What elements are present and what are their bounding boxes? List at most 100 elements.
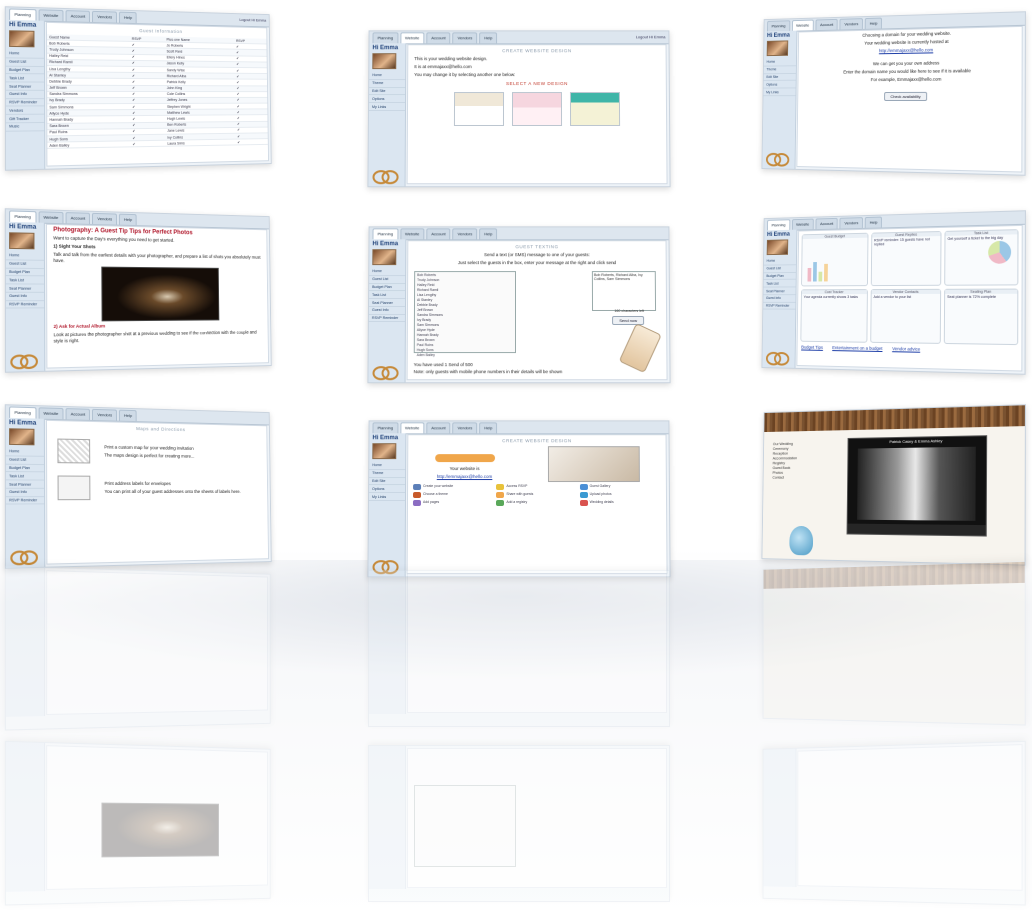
footer-link[interactable]: Budget Tips (801, 345, 823, 350)
guest-select-list[interactable]: Bob Roberts Trudy Johnson Hailey Reid Richa… (413, 271, 517, 357)
sidebar-item[interactable]: Seat Planner (5, 480, 45, 489)
tab-account[interactable]: Account (426, 228, 451, 240)
sidebar-item[interactable]: Seat Planner (5, 284, 45, 293)
tab-vendors[interactable]: Vendors (839, 18, 864, 30)
sidebar-item[interactable]: Guest List (369, 275, 406, 284)
sidebar-item[interactable]: Guest Info (5, 90, 45, 99)
dashboard-card[interactable]: Vendor Contacts Add a vendor to your lis… (870, 288, 942, 344)
sidebar-item[interactable]: Edit Site (369, 477, 406, 486)
sidebar-item[interactable]: Budget Plan (5, 268, 45, 277)
tab-help[interactable]: Help (119, 11, 138, 24)
sidebar-item[interactable]: RSVP Reminder (763, 302, 796, 311)
sidebar-item[interactable]: My Links (368, 103, 406, 111)
feature-item[interactable]: Create your website (413, 484, 494, 491)
footer-link[interactable]: Entertainment on a budget (832, 345, 882, 351)
sidebar-item[interactable]: My Links (368, 493, 406, 501)
sidebar-item[interactable]: Task List (5, 472, 45, 481)
tab-help[interactable]: Help (479, 228, 498, 240)
sidebar-item[interactable]: Seat Planner (5, 82, 45, 91)
sidebar-item[interactable]: Task List (5, 74, 45, 83)
map-option[interactable]: Print a custom map for your wedding invi… (47, 432, 267, 471)
dashboard-card[interactable]: Cost Tracker Your agenda currently shows… (800, 289, 868, 343)
sidebar-item[interactable]: RSVP Reminder (5, 300, 45, 310)
design-option-thumbnail[interactable] (511, 92, 563, 126)
sidebar-item[interactable]: Edit Site (369, 87, 406, 96)
sidebar-item[interactable]: Task List (763, 280, 796, 288)
dashboard-card[interactable]: Guest Budget (801, 232, 869, 287)
feature-item[interactable]: Share with guests (496, 492, 577, 499)
footer-link[interactable]: Vendor advice (892, 346, 920, 352)
sidebar-item[interactable]: Theme (369, 79, 406, 88)
tab-vendors[interactable]: Vendors (839, 217, 864, 229)
feature-item[interactable]: Wedding details (579, 499, 661, 506)
tab-vendors[interactable]: Vendors (92, 408, 118, 421)
tab-vendors[interactable]: Vendors (452, 422, 478, 434)
tab-planning[interactable]: Planning (9, 406, 37, 419)
tab-planning[interactable]: Planning (372, 422, 399, 434)
sidebar-item[interactable]: Guest Info (5, 292, 45, 301)
tab-website[interactable]: Website (399, 422, 425, 434)
tab-account[interactable]: Account (426, 32, 451, 44)
tab-website[interactable]: Website (791, 19, 814, 31)
sidebar-item[interactable]: Guest Info (763, 295, 796, 303)
tab-account[interactable]: Account (815, 217, 839, 230)
tab-vendors[interactable]: Vendors (452, 228, 478, 240)
tab-planning[interactable]: Planning (9, 210, 37, 223)
feature-item[interactable]: Choose a theme (413, 492, 494, 499)
dashboard-card[interactable]: Task List Get yourself a ticket to the b… (944, 229, 1019, 286)
tab-help[interactable]: Help (864, 216, 883, 228)
sidebar-item[interactable]: RSVP Reminder (5, 98, 45, 108)
tab-planning[interactable]: Planning (372, 32, 399, 44)
dashboard-card[interactable]: Guest Replies RSVP reminder: 15 guests h… (870, 230, 942, 287)
feature-item[interactable]: Add a registry (496, 499, 577, 506)
sidebar-item[interactable]: Theme (369, 469, 406, 478)
tab-planning[interactable]: Planning (767, 20, 790, 32)
sms-message-input[interactable]: Bob Roberts, Richard Alba, Ivy Collins, … (591, 271, 657, 311)
tab-help[interactable]: Help (864, 17, 883, 29)
sidebar-item[interactable]: Music (5, 123, 45, 132)
tab-account[interactable]: Account (426, 422, 451, 434)
tab-help[interactable]: Help (479, 32, 498, 44)
video-controls[interactable] (847, 523, 986, 536)
guest-option[interactable]: Aden Bailey (415, 352, 515, 357)
tab-vendors[interactable]: Vendors (92, 212, 118, 225)
sidebar-item[interactable]: Guest Info (5, 488, 45, 497)
tab-planning[interactable]: Planning (372, 228, 399, 240)
tab-vendors[interactable]: Vendors (92, 10, 118, 23)
video-player[interactable]: Patrick Casey & Emma Ashley (846, 435, 988, 537)
tab-help[interactable]: Help (119, 409, 138, 422)
sidebar-item[interactable]: Seat Planner (763, 287, 796, 296)
feature-item[interactable]: Guest Gallery (579, 484, 661, 491)
tab-vendors[interactable]: Vendors (452, 32, 478, 44)
sidebar-item[interactable]: Guest Info (368, 306, 405, 315)
sidebar-item[interactable]: Options (369, 485, 406, 494)
sidebar-item[interactable]: Vendors (5, 106, 45, 116)
sidebar-item[interactable]: RSVP Reminder (5, 496, 45, 506)
sidebar-item[interactable]: Budget Plan (5, 464, 45, 473)
sidebar-item[interactable]: Home (369, 72, 406, 80)
sidebar-item[interactable]: Options (369, 95, 406, 104)
feature-item[interactable]: Add pages (412, 499, 494, 506)
design-option-thumbnail[interactable] (453, 92, 505, 126)
sidebar-item[interactable]: Home (369, 268, 406, 276)
feature-item[interactable]: Upload photos (579, 492, 661, 499)
tab-help[interactable]: Help (119, 213, 138, 226)
tab-help[interactable]: Help (479, 422, 498, 434)
sidebar-item[interactable]: Task List (369, 291, 406, 300)
tab-website[interactable]: Website (38, 211, 64, 224)
sidebar-item[interactable]: Task List (5, 276, 45, 285)
tab-account[interactable]: Account (815, 18, 839, 31)
sidebar-item[interactable]: Budget Plan (369, 283, 406, 292)
sidebar-item[interactable]: Options (763, 81, 796, 89)
check-availability-button[interactable]: Check availability (883, 91, 928, 102)
tab-account[interactable]: Account (65, 408, 91, 420)
sidebar-item[interactable]: RSVP Reminder (368, 314, 405, 323)
tab-website[interactable]: Website (38, 407, 64, 420)
tab-planning[interactable]: Planning (9, 8, 37, 21)
sidebar-item[interactable]: Seat Planner (368, 299, 406, 307)
label-option[interactable]: Print address labels for envelopes You c… (47, 469, 267, 506)
site-menu-item[interactable]: Contact (767, 475, 802, 480)
sidebar-item[interactable]: Home (369, 462, 406, 470)
tab-website[interactable]: Website (791, 218, 814, 230)
tab-planning[interactable]: Planning (767, 219, 790, 231)
